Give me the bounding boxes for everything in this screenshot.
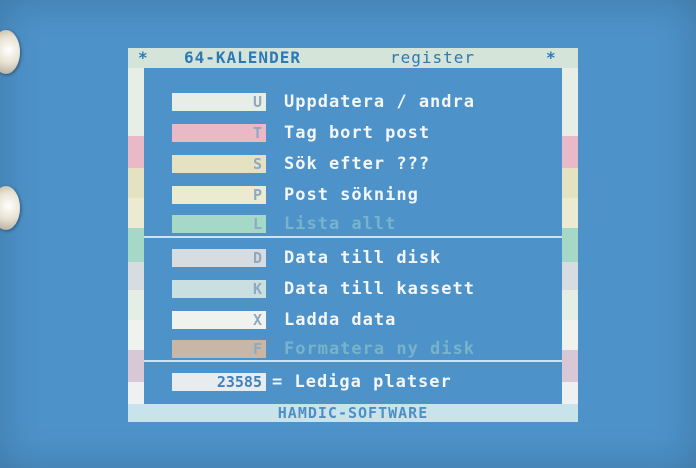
menu-item-data-to-cassette[interactable]: K Data till kassett bbox=[172, 277, 552, 301]
frame-border-left bbox=[128, 68, 144, 404]
menu-item-delete[interactable]: T Tag bort post bbox=[172, 121, 552, 145]
key-badge-k[interactable]: K bbox=[172, 280, 266, 298]
free-slots-label: = Lediga platser bbox=[272, 372, 452, 392]
key-badge-t[interactable]: T bbox=[172, 124, 266, 142]
key-badge-s[interactable]: S bbox=[172, 155, 266, 173]
menu-frame: * 64-KALENDER register * U Uppdatera / a… bbox=[128, 48, 578, 422]
free-slots-count: 23585 bbox=[172, 373, 266, 391]
menu-label-delete: Tag bort post bbox=[284, 123, 431, 143]
menu-label-format-disk: Formatera ny disk bbox=[284, 339, 475, 359]
app-title: 64-KALENDER bbox=[184, 48, 301, 67]
menu-item-format-disk[interactable]: F Formatera ny disk bbox=[172, 337, 552, 361]
key-badge-x[interactable]: X bbox=[172, 311, 266, 329]
menu-item-search[interactable]: S Sök efter ??? bbox=[172, 152, 552, 176]
title-bar: * 64-KALENDER register * bbox=[128, 48, 578, 68]
menu-label-data-to-disk: Data till disk bbox=[284, 248, 442, 268]
menu-item-update[interactable]: U Uppdatera / andra bbox=[172, 90, 552, 114]
divider-line bbox=[144, 236, 562, 238]
free-slots-status: 23585 = Lediga platser bbox=[172, 370, 552, 394]
menu-label-data-to-cassette: Data till kassett bbox=[284, 279, 475, 299]
menu-label-search: Sök efter ??? bbox=[284, 154, 431, 174]
menu-label-update: Uppdatera / andra bbox=[284, 92, 475, 112]
key-badge-f[interactable]: F bbox=[172, 340, 266, 358]
menu-label-post-search: Post sökning bbox=[284, 185, 419, 205]
c64-screen: * 64-KALENDER register * U Uppdatera / a… bbox=[0, 0, 696, 468]
menu-label-list-all: Lista allt bbox=[284, 214, 397, 234]
title-star-right: * bbox=[546, 48, 557, 67]
binder-ring-middle bbox=[0, 186, 20, 230]
menu-item-load-data[interactable]: X Ladda data bbox=[172, 308, 552, 332]
footer-credit: HAMDIC-SOFTWARE bbox=[277, 404, 429, 422]
key-badge-l[interactable]: L bbox=[172, 215, 266, 233]
key-badge-d[interactable]: D bbox=[172, 249, 266, 267]
menu-item-list-all[interactable]: L Lista allt bbox=[172, 212, 552, 236]
divider-line bbox=[144, 360, 562, 362]
key-badge-p[interactable]: P bbox=[172, 186, 266, 204]
key-badge-u[interactable]: U bbox=[172, 93, 266, 111]
app-subtitle: register bbox=[390, 48, 476, 67]
binder-ring-top bbox=[0, 30, 20, 74]
frame-border-right bbox=[562, 68, 578, 404]
menu-item-data-to-disk[interactable]: D Data till disk bbox=[172, 246, 552, 270]
title-star-left: * bbox=[138, 48, 149, 67]
menu-label-load-data: Ladda data bbox=[284, 310, 397, 330]
menu-item-post-search[interactable]: P Post sökning bbox=[172, 183, 552, 207]
